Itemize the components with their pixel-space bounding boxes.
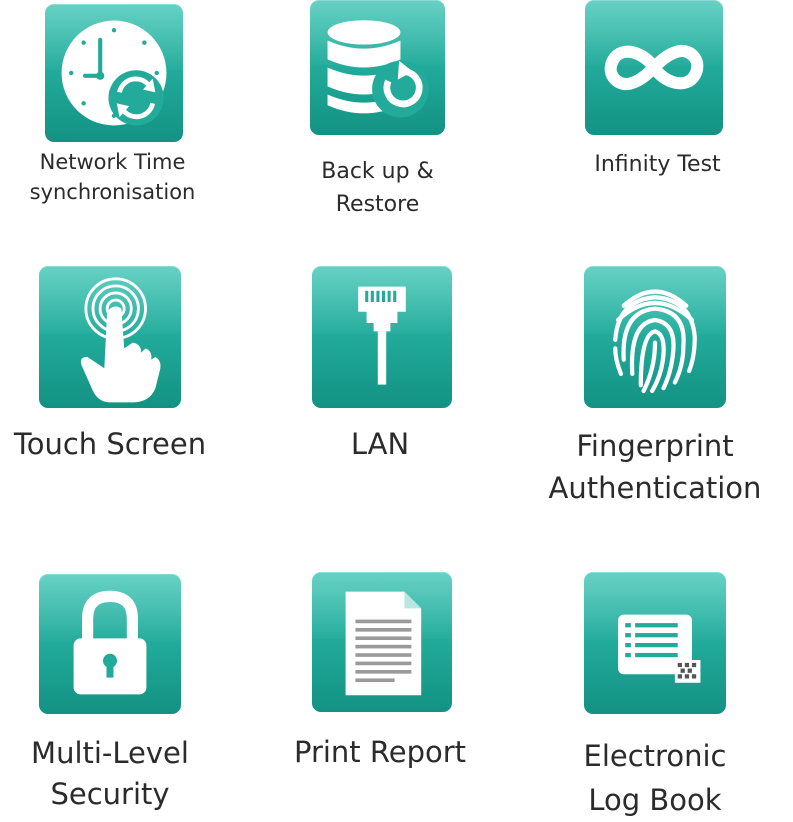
feature-print-report[interactable]: Print Report <box>280 570 480 780</box>
touch-screen-tile[interactable] <box>39 266 181 408</box>
electronic-log-book-label: Electronic Log Book <box>555 735 755 822</box>
label-line: Touch Screen <box>10 425 210 464</box>
label-line: Log Book <box>555 779 755 822</box>
network-time-sync-label: Network Time synchronisation <box>20 147 205 208</box>
infinity-test-tile[interactable] <box>585 0 723 135</box>
label-line: Multi-Level <box>10 733 210 774</box>
backup-restore-label: Back up & Restore <box>290 155 465 221</box>
multi-level-security-label: Multi-Level Security <box>10 733 210 814</box>
infinity-icon <box>585 0 723 135</box>
fingerprint-icon <box>584 266 726 408</box>
label-line: Infinity Test <box>565 150 750 180</box>
database-restore-icon <box>310 0 445 135</box>
print-report-label: Print Report <box>280 733 480 772</box>
feature-network-time-sync[interactable]: Network Time synchronisation <box>20 0 205 220</box>
label-line: Restore <box>290 188 465 221</box>
label-line: LAN <box>290 425 470 464</box>
label-line: Security <box>10 774 210 815</box>
label-line: Network Time <box>20 147 205 177</box>
network-time-sync-tile[interactable] <box>45 4 183 142</box>
electronic-log-book-tile[interactable] <box>584 572 726 714</box>
label-line: Fingerprint <box>540 425 770 467</box>
logbook-icon <box>584 572 726 714</box>
feature-infinity-test[interactable]: Infinity Test <box>565 0 750 200</box>
feature-touch-screen[interactable]: Touch Screen <box>10 262 210 472</box>
label-line: Back up & <box>290 155 465 188</box>
feature-electronic-log-book[interactable]: Electronic Log Book <box>555 570 755 815</box>
label-line: Print Report <box>280 733 480 772</box>
label-line: Electronic <box>555 735 755 779</box>
fingerprint-authentication-label: Fingerprint Authentication <box>540 425 770 509</box>
label-line: synchronisation <box>20 177 205 207</box>
print-report-tile[interactable] <box>312 572 452 712</box>
clock-sync-icon <box>45 4 183 142</box>
feature-multi-level-security[interactable]: Multi-Level Security <box>10 570 210 810</box>
touch-screen-label: Touch Screen <box>10 425 210 464</box>
multi-level-security-tile[interactable] <box>39 574 181 714</box>
touch-hand-icon <box>39 266 181 408</box>
backup-restore-tile[interactable] <box>310 0 445 135</box>
lan-tile[interactable] <box>312 266 452 408</box>
fingerprint-authentication-tile[interactable] <box>584 266 726 408</box>
feature-fingerprint-authentication[interactable]: Fingerprint Authentication <box>540 262 770 512</box>
lan-label: LAN <box>290 425 470 464</box>
lan-plug-icon <box>312 266 452 408</box>
feature-lan[interactable]: LAN <box>290 262 470 472</box>
label-line: Authentication <box>540 467 770 509</box>
padlock-icon <box>39 574 181 714</box>
infinity-test-label: Infinity Test <box>565 150 750 180</box>
document-icon <box>312 572 452 712</box>
feature-backup-restore[interactable]: Back up & Restore <box>290 0 465 230</box>
